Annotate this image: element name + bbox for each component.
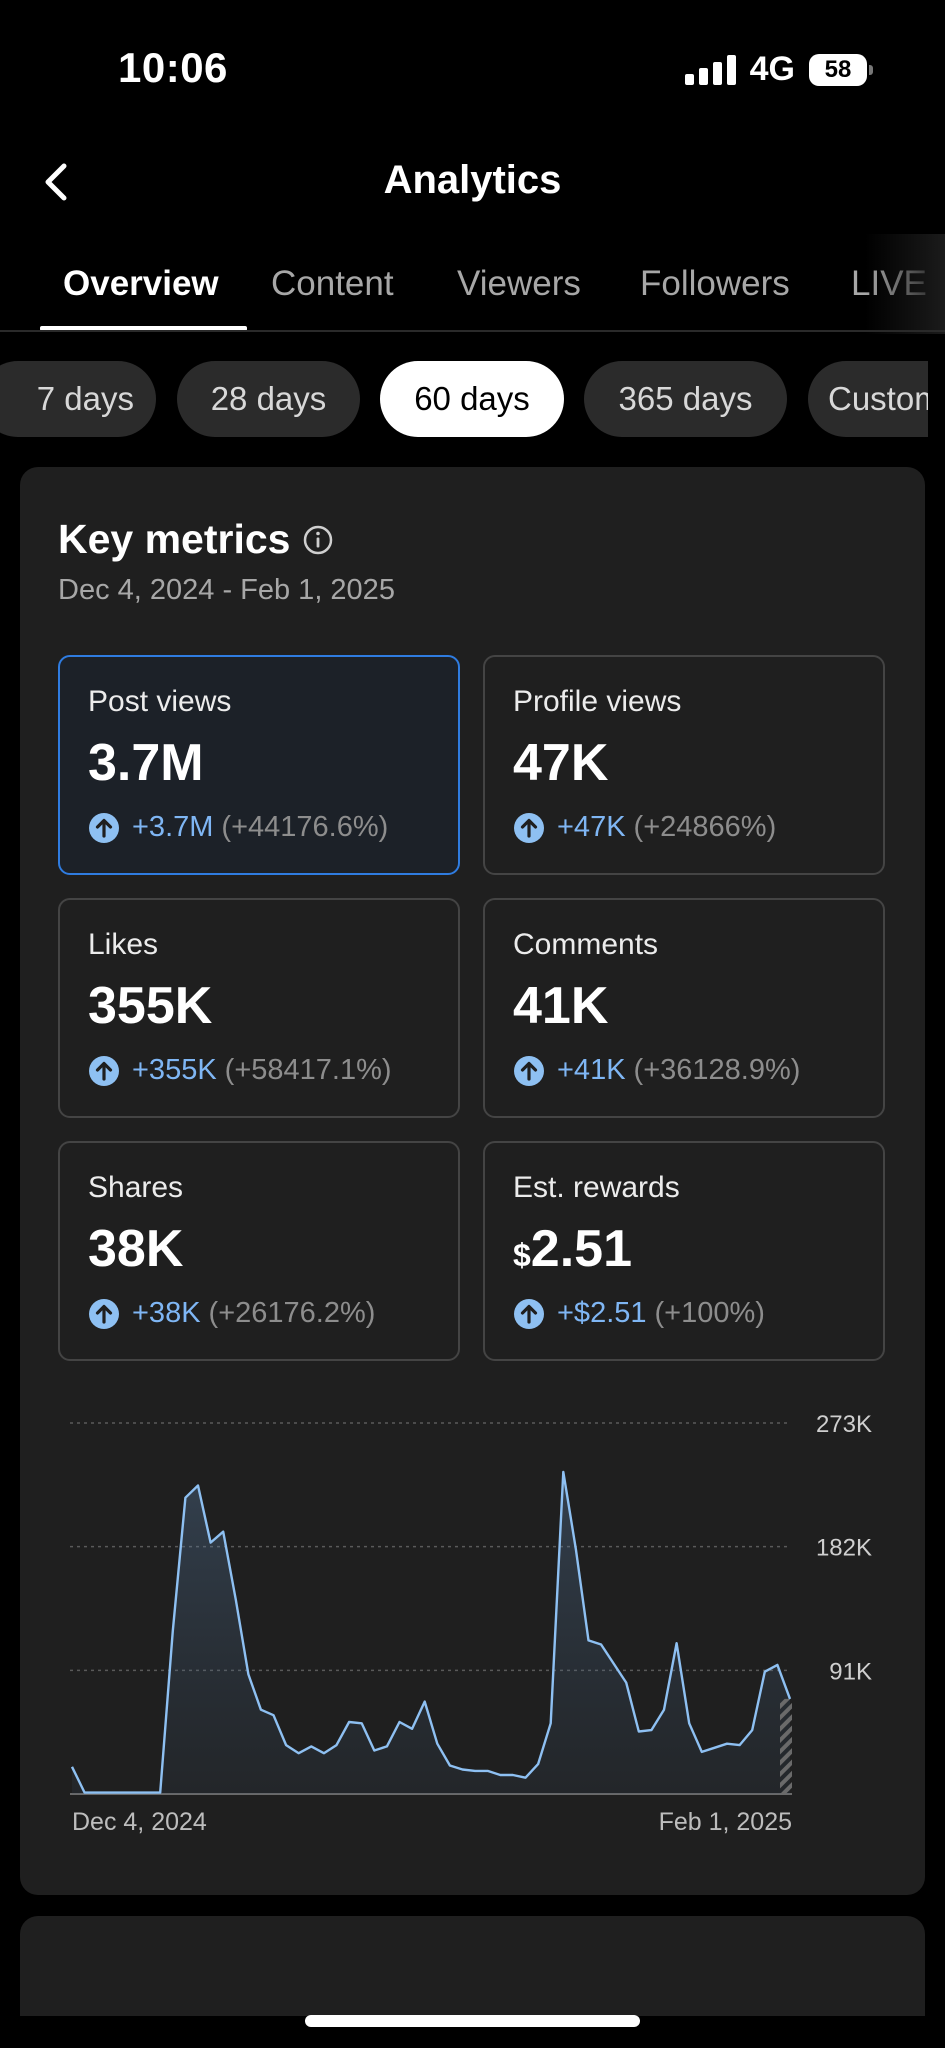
metric-label: Profile views	[513, 685, 682, 718]
post-views-chart[interactable]: 273K 182K 91K Dec 4, 2024 Feb 1, 2025	[60, 1394, 900, 1834]
key-metrics-header: Key metrics	[58, 516, 334, 563]
arrow-up-circle-icon	[514, 1055, 544, 1086]
tab-viewers[interactable]: Viewers	[457, 264, 581, 304]
metric-card-comments[interactable]: Comments 41K +41K (+36128.9%)	[483, 898, 885, 1118]
metric-value: 38K	[88, 1219, 183, 1279]
metric-value: 355K	[88, 976, 212, 1036]
metric-label: Likes	[88, 928, 159, 961]
metric-value: 3.7M	[88, 733, 204, 793]
metric-change-percent: (+100%)	[654, 1297, 765, 1329]
metric-card-est-rewards[interactable]: Est. rewards $2.51 +$2.51 (+100%)	[483, 1141, 885, 1361]
metric-change-absolute: +38K	[132, 1297, 201, 1329]
metric-card-likes[interactable]: Likes 355K +355K (+58417.1%)	[58, 898, 460, 1118]
metric-value-number: 2.51	[530, 1220, 633, 1278]
network-type: 4G	[749, 50, 795, 88]
filter-custom[interactable]: Custom	[808, 361, 928, 437]
status-time: 10:06	[118, 44, 228, 91]
tab-content[interactable]: Content	[271, 264, 394, 304]
status-indicators: 4G 58	[684, 50, 873, 89]
y-tick-label: 91K	[829, 1658, 872, 1685]
metric-change: +38K (+26176.2%)	[88, 1297, 375, 1330]
metric-value: $2.51	[513, 1219, 632, 1279]
tab-followers[interactable]: Followers	[640, 264, 790, 304]
cellular-signal-icon	[684, 54, 736, 85]
metric-label: Est. rewards	[513, 1171, 680, 1204]
metric-value-number: 41K	[513, 977, 609, 1035]
metric-change: +47K (+24866%)	[513, 811, 776, 844]
metric-change-absolute: +3.7M	[132, 811, 214, 843]
metric-change-percent: (+58417.1%)	[224, 1054, 392, 1086]
metric-value: 47K	[513, 733, 608, 793]
metric-change-percent: (+24866%)	[633, 811, 777, 843]
metric-label: Shares	[88, 1171, 184, 1204]
metric-change-absolute: +$2.51	[557, 1297, 647, 1329]
metric-change-absolute: +47K	[557, 811, 626, 843]
metric-value-number: 47K	[513, 734, 609, 792]
filter-7-days[interactable]: 7 days	[0, 361, 156, 437]
next-section-card	[20, 1916, 925, 2016]
info-icon[interactable]	[302, 524, 334, 556]
arrow-up-circle-icon	[89, 812, 119, 843]
battery-level: 58	[824, 55, 852, 83]
battery-icon: 58	[809, 53, 873, 86]
x-axis-label-start: Dec 4, 2024	[72, 1808, 207, 1834]
metric-value-number: 355K	[88, 977, 213, 1035]
currency-symbol: $	[513, 1237, 531, 1273]
metric-change: +$2.51 (+100%)	[513, 1297, 765, 1330]
metric-change-percent: (+26176.2%)	[208, 1297, 376, 1329]
metric-change: +3.7M (+44176.6%)	[88, 811, 388, 844]
page-title: Analytics	[383, 158, 562, 202]
metric-change-absolute: +355K	[132, 1054, 217, 1086]
metric-change: +355K (+58417.1%)	[88, 1054, 392, 1087]
filter-60-days[interactable]: 60 days	[380, 361, 564, 437]
home-indicator	[305, 2015, 640, 2027]
metric-card-post-views[interactable]: Post views 3.7M +3.7M (+44176.6%)	[58, 655, 460, 875]
date-range: Dec 4, 2024 - Feb 1, 2025	[58, 574, 395, 606]
section-title: Key metrics	[58, 516, 291, 562]
filter-28-days[interactable]: 28 days	[177, 361, 360, 437]
filter-365-days[interactable]: 365 days	[584, 361, 787, 437]
tab-overview[interactable]: Overview	[63, 264, 219, 304]
arrow-up-circle-icon	[89, 1055, 119, 1086]
metric-change: +41K (+36128.9%)	[513, 1054, 800, 1087]
y-tick-label: 273K	[816, 1411, 872, 1438]
metric-label: Post views	[88, 685, 232, 718]
y-tick-label: 182K	[816, 1535, 872, 1562]
arrow-up-circle-icon	[514, 812, 544, 843]
metric-card-profile-views[interactable]: Profile views 47K +47K (+24866%)	[483, 655, 885, 875]
metric-value-number: 38K	[88, 1220, 184, 1278]
metric-change-absolute: +41K	[557, 1054, 626, 1086]
metric-value-number: 3.7M	[88, 734, 204, 792]
metric-value: 41K	[513, 976, 608, 1036]
metric-label: Comments	[513, 928, 659, 961]
metric-change-percent: (+44176.6%)	[221, 811, 389, 843]
analytics-tabs: Overview Content Viewers Followers LIVE	[0, 234, 945, 334]
arrow-up-circle-icon	[514, 1298, 544, 1329]
arrow-up-circle-icon	[89, 1298, 119, 1329]
series-area	[72, 1471, 790, 1794]
metric-card-shares[interactable]: Shares 38K +38K (+26176.2%)	[58, 1141, 460, 1361]
x-axis-label-end: Feb 1, 2025	[659, 1808, 792, 1834]
tabs-scroll-fade	[865, 234, 945, 334]
pending-data-hatch	[780, 1698, 792, 1794]
metric-change-percent: (+36128.9%)	[633, 1054, 801, 1086]
divider	[0, 330, 945, 332]
